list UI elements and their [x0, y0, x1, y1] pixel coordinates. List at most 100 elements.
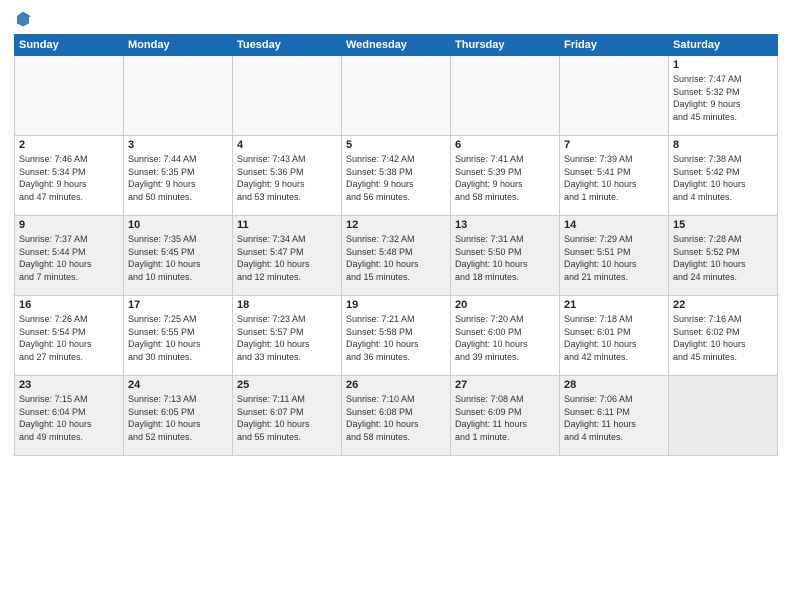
calendar-week-row: 23 Sunrise: 7:15 AM Sunset: 6:04 PM Dayli…: [15, 376, 778, 456]
day-info: Sunrise: 7:10 AM Sunset: 6:08 PM Dayligh…: [346, 393, 446, 443]
day-number: 4: [237, 139, 337, 151]
calendar-day: 7Sunrise: 7:39 AM Sunset: 5:41 PM Daylig…: [560, 136, 669, 216]
calendar-day: [233, 56, 342, 136]
calendar-week-row: 16 Sunrise: 7:26 AM Sunset: 5:54 PM Dayli…: [15, 296, 778, 376]
day-number: 5: [346, 139, 446, 151]
calendar-day: 13 Sunrise: 7:31 AM Sunset: 5:50 PM Dayli…: [451, 216, 560, 296]
calendar-day: 21 Sunrise: 7:18 AM Sunset: 6:01 PM Dayli…: [560, 296, 669, 376]
calendar-day: 14 Sunrise: 7:29 AM Sunset: 5:51 PM Dayli…: [560, 216, 669, 296]
day-number: 19: [346, 299, 446, 311]
day-number: 17: [128, 299, 228, 311]
day-info: Sunrise: 7:31 AM Sunset: 5:50 PM Dayligh…: [455, 233, 555, 283]
day-info: Sunrise: 7:34 AM Sunset: 5:47 PM Dayligh…: [237, 233, 337, 283]
day-number: 3: [128, 139, 228, 151]
calendar-day: 15 Sunrise: 7:28 AM Sunset: 5:52 PM Dayli…: [669, 216, 778, 296]
day-number: 20: [455, 299, 555, 311]
calendar-day: 28 Sunrise: 7:06 AM Sunset: 6:11 PM Dayli…: [560, 376, 669, 456]
day-number: 11: [237, 219, 337, 231]
day-number: 22: [673, 299, 773, 311]
day-info: Sunrise: 7:37 AM Sunset: 5:44 PM Dayligh…: [19, 233, 119, 283]
calendar-day: 17 Sunrise: 7:25 AM Sunset: 5:55 PM Dayli…: [124, 296, 233, 376]
day-number: 8: [673, 139, 773, 151]
logo: [14, 10, 36, 28]
day-info: Sunrise: 7:42 AM Sunset: 5:38 PM Dayligh…: [346, 153, 446, 203]
day-info: Sunrise: 7:44 AM Sunset: 5:35 PM Dayligh…: [128, 153, 228, 203]
day-info: Sunrise: 7:28 AM Sunset: 5:52 PM Dayligh…: [673, 233, 773, 283]
calendar-day: 2Sunrise: 7:46 AM Sunset: 5:34 PM Daylig…: [15, 136, 124, 216]
day-number: 2: [19, 139, 119, 151]
day-number: 15: [673, 219, 773, 231]
day-info: Sunrise: 7:26 AM Sunset: 5:54 PM Dayligh…: [19, 313, 119, 363]
day-number: 18: [237, 299, 337, 311]
day-info: Sunrise: 7:16 AM Sunset: 6:02 PM Dayligh…: [673, 313, 773, 363]
calendar-day: 20 Sunrise: 7:20 AM Sunset: 6:00 PM Dayli…: [451, 296, 560, 376]
calendar-day: 19 Sunrise: 7:21 AM Sunset: 5:58 PM Dayli…: [342, 296, 451, 376]
calendar-week-row: 9 Sunrise: 7:37 AM Sunset: 5:44 PM Daylig…: [15, 216, 778, 296]
day-info: Sunrise: 7:18 AM Sunset: 6:01 PM Dayligh…: [564, 313, 664, 363]
day-number: 14: [564, 219, 664, 231]
calendar-day: 9 Sunrise: 7:37 AM Sunset: 5:44 PM Daylig…: [15, 216, 124, 296]
day-number: 26: [346, 379, 446, 391]
day-info: Sunrise: 7:47 AM Sunset: 5:32 PM Dayligh…: [673, 73, 773, 123]
day-info: Sunrise: 7:20 AM Sunset: 6:00 PM Dayligh…: [455, 313, 555, 363]
day-info: Sunrise: 7:43 AM Sunset: 5:36 PM Dayligh…: [237, 153, 337, 203]
calendar-header-friday: Friday: [560, 35, 669, 56]
calendar-day: 4 Sunrise: 7:43 AM Sunset: 5:36 PM Daylig…: [233, 136, 342, 216]
calendar-day: 10 Sunrise: 7:35 AM Sunset: 5:45 PM Dayli…: [124, 216, 233, 296]
calendar-day: [15, 56, 124, 136]
calendar-day: [342, 56, 451, 136]
day-info: Sunrise: 7:15 AM Sunset: 6:04 PM Dayligh…: [19, 393, 119, 443]
calendar-day: 16 Sunrise: 7:26 AM Sunset: 5:54 PM Dayli…: [15, 296, 124, 376]
day-number: 21: [564, 299, 664, 311]
day-info: Sunrise: 7:39 AM Sunset: 5:41 PM Dayligh…: [564, 153, 664, 203]
calendar-day: [669, 376, 778, 456]
day-info: Sunrise: 7:29 AM Sunset: 5:51 PM Dayligh…: [564, 233, 664, 283]
day-number: 28: [564, 379, 664, 391]
calendar-header-saturday: Saturday: [669, 35, 778, 56]
day-info: Sunrise: 7:38 AM Sunset: 5:42 PM Dayligh…: [673, 153, 773, 203]
day-number: 6: [455, 139, 555, 151]
day-info: Sunrise: 7:13 AM Sunset: 6:05 PM Dayligh…: [128, 393, 228, 443]
calendar-header-sunday: Sunday: [15, 35, 124, 56]
calendar-header-tuesday: Tuesday: [233, 35, 342, 56]
day-info: Sunrise: 7:41 AM Sunset: 5:39 PM Dayligh…: [455, 153, 555, 203]
calendar-day: 25 Sunrise: 7:11 AM Sunset: 6:07 PM Dayli…: [233, 376, 342, 456]
calendar-day: 8 Sunrise: 7:38 AM Sunset: 5:42 PM Daylig…: [669, 136, 778, 216]
day-number: 25: [237, 379, 337, 391]
calendar-header-thursday: Thursday: [451, 35, 560, 56]
day-number: 23: [19, 379, 119, 391]
calendar-header-row: SundayMondayTuesdayWednesdayThursdayFrid…: [15, 35, 778, 56]
calendar-day: 12Sunrise: 7:32 AM Sunset: 5:48 PM Dayli…: [342, 216, 451, 296]
calendar-day: 11 Sunrise: 7:34 AM Sunset: 5:47 PM Dayli…: [233, 216, 342, 296]
calendar-week-row: 2Sunrise: 7:46 AM Sunset: 5:34 PM Daylig…: [15, 136, 778, 216]
day-number: 9: [19, 219, 119, 231]
day-info: Sunrise: 7:23 AM Sunset: 5:57 PM Dayligh…: [237, 313, 337, 363]
day-number: 27: [455, 379, 555, 391]
calendar-week-row: 1 Sunrise: 7:47 AM Sunset: 5:32 PM Daylig…: [15, 56, 778, 136]
calendar-header-monday: Monday: [124, 35, 233, 56]
day-number: 13: [455, 219, 555, 231]
calendar-day: 26 Sunrise: 7:10 AM Sunset: 6:08 PM Dayli…: [342, 376, 451, 456]
calendar-day: 6 Sunrise: 7:41 AM Sunset: 5:39 PM Daylig…: [451, 136, 560, 216]
calendar-day: 5 Sunrise: 7:42 AM Sunset: 5:38 PM Daylig…: [342, 136, 451, 216]
logo-icon: [14, 10, 32, 28]
day-info: Sunrise: 7:21 AM Sunset: 5:58 PM Dayligh…: [346, 313, 446, 363]
day-number: 24: [128, 379, 228, 391]
day-number: 10: [128, 219, 228, 231]
calendar-day: 3 Sunrise: 7:44 AM Sunset: 5:35 PM Daylig…: [124, 136, 233, 216]
day-number: 12: [346, 219, 446, 231]
calendar-day: 27 Sunrise: 7:08 AM Sunset: 6:09 PM Dayli…: [451, 376, 560, 456]
page-container: SundayMondayTuesdayWednesdayThursdayFrid…: [0, 0, 792, 612]
calendar-day: [124, 56, 233, 136]
day-number: 1: [673, 59, 773, 71]
calendar: SundayMondayTuesdayWednesdayThursdayFrid…: [14, 34, 778, 456]
day-info: Sunrise: 7:25 AM Sunset: 5:55 PM Dayligh…: [128, 313, 228, 363]
day-info: Sunrise: 7:08 AM Sunset: 6:09 PM Dayligh…: [455, 393, 555, 443]
calendar-day: 22 Sunrise: 7:16 AM Sunset: 6:02 PM Dayli…: [669, 296, 778, 376]
day-info: Sunrise: 7:06 AM Sunset: 6:11 PM Dayligh…: [564, 393, 664, 443]
day-info: Sunrise: 7:35 AM Sunset: 5:45 PM Dayligh…: [128, 233, 228, 283]
day-number: 16: [19, 299, 119, 311]
day-info: Sunrise: 7:11 AM Sunset: 6:07 PM Dayligh…: [237, 393, 337, 443]
header: [14, 10, 778, 28]
calendar-day: 23 Sunrise: 7:15 AM Sunset: 6:04 PM Dayli…: [15, 376, 124, 456]
